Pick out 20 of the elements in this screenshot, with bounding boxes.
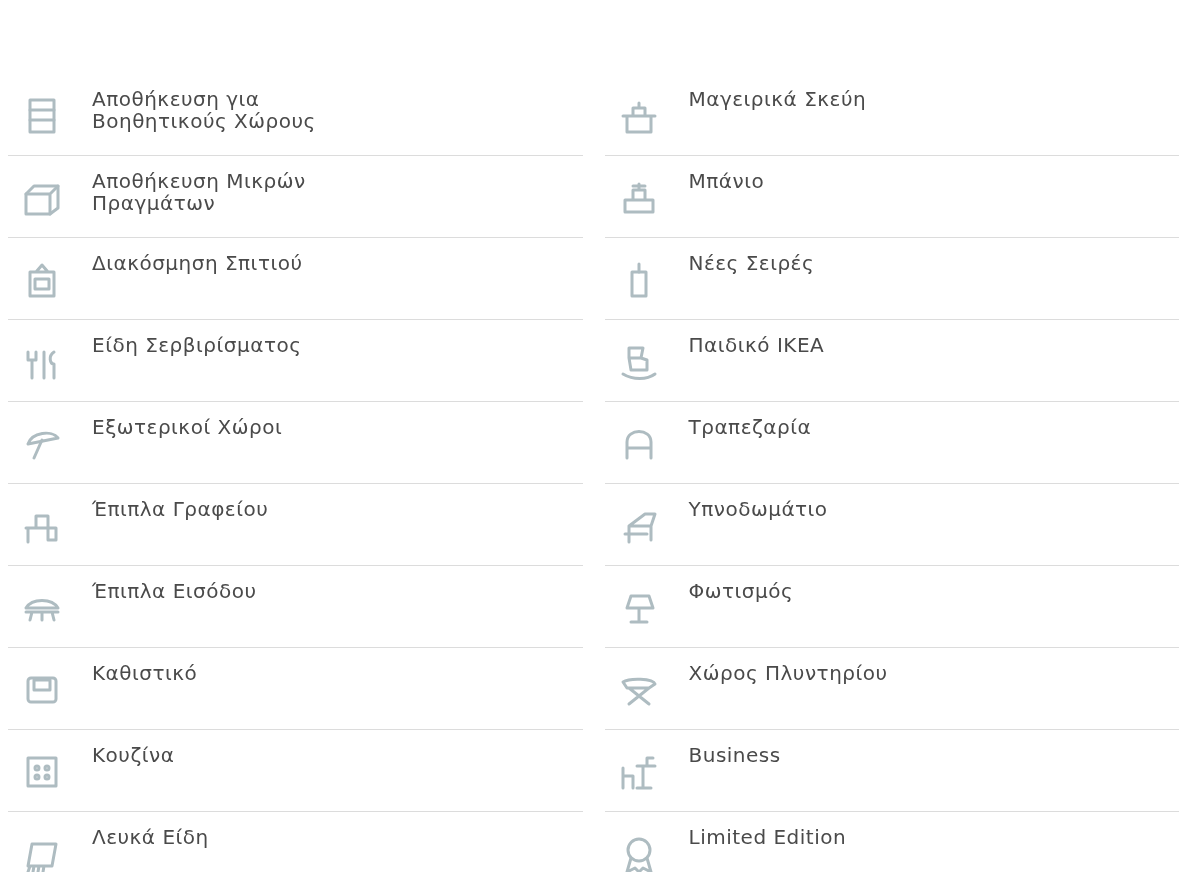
category-link[interactable]: Έπιπλα Εισόδου [92, 580, 257, 602]
category-link[interactable]: Τραπεζαρία [688, 416, 812, 438]
category-link[interactable]: Νέες Σειρές [688, 252, 815, 274]
category-link[interactable]: Χώρος Πλυντηρίου [688, 662, 888, 684]
category-link[interactable]: Μπάνιο [688, 170, 765, 192]
category-link[interactable]: Κουζίνα [92, 744, 175, 766]
category-link[interactable]: Φωτισμός [688, 580, 794, 602]
category-link[interactable]: Εξωτερικοί Χώροι [92, 416, 283, 438]
category-link[interactable]: Διακόσμηση Σπιτιού [92, 252, 303, 274]
category-link[interactable]: Μαγειρικά Σκεύη [688, 88, 867, 110]
category-link[interactable]: Business [688, 744, 781, 766]
category-link[interactable]: Λευκά Είδη [92, 826, 209, 848]
category-link[interactable]: Καθιστικό [92, 662, 198, 684]
category-link[interactable]: Αποθήκευση Μικρών Πραγμάτων [92, 170, 342, 214]
category-link[interactable]: Είδη Σερβιρίσματος [92, 334, 302, 356]
category-link[interactable]: Limited Edition [688, 826, 847, 848]
category-link[interactable]: Αποθήκευση για Βοηθητικούς Χώρους [92, 88, 342, 132]
category-link[interactable]: Υπνοδωμάτιο [688, 498, 828, 520]
category-link[interactable]: Παιδικό IKEA [688, 334, 825, 356]
category-link[interactable]: Έπιπλα Γραφείου [92, 498, 269, 520]
